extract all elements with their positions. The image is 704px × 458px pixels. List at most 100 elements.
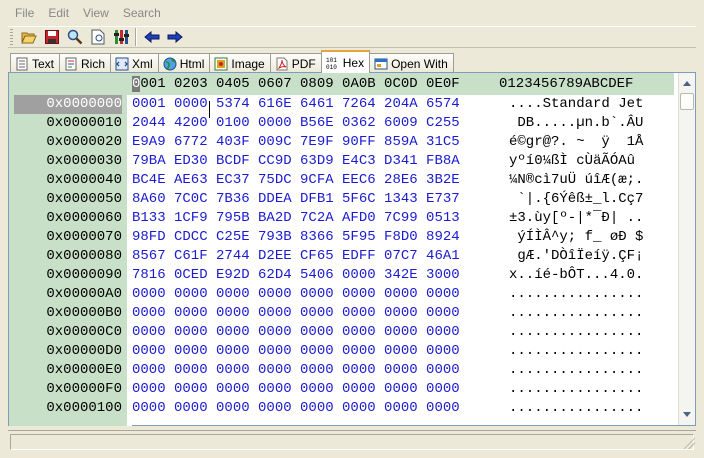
row-hex-bytes[interactable]: 0000 0000 0000 0000 0000 0000 0000 0000 — [132, 304, 460, 323]
hex-row[interactable]: 0x00000E0 0000 0000 0000 0000 0000 0000 0… — [9, 361, 674, 380]
menu-view[interactable]: View — [76, 0, 116, 26]
row-hex-bytes[interactable]: 0000 0000 0000 0000 0000 0000 0000 0000 — [132, 285, 460, 304]
scroll-down-button[interactable] — [679, 406, 695, 423]
row-ascii[interactable]: ................ — [509, 285, 643, 304]
row-ascii[interactable]: ýÍÌÂ^y; f_ øÐ $ — [509, 228, 643, 247]
find-button[interactable] — [63, 27, 86, 47]
row-address: 0x00000C0 — [46, 324, 122, 340]
row-ascii[interactable]: gÆ.'DÒîÏeíÿ.ÇF¡ — [509, 247, 643, 266]
row-hex-bytes[interactable]: 0000 0000 0000 0000 0000 0000 0000 0000 — [132, 399, 460, 418]
hex-row[interactable]: 0x00000B0 0000 0000 0000 0000 0000 0000 0… — [9, 304, 674, 323]
row-hex-bytes[interactable]: 0000 0000 0000 0000 0000 0000 0000 0000 — [132, 361, 460, 380]
image-icon — [214, 57, 228, 70]
row-address: 0x0000010 — [46, 115, 122, 131]
open-folder-button[interactable] — [17, 27, 40, 47]
hex-row[interactable]: 0x0000100 0000 0000 0000 0000 0000 0000 0… — [9, 399, 674, 418]
row-address: 0x0000000 — [14, 95, 122, 114]
tab-hex[interactable]: 101 010 Hex — [320, 50, 371, 73]
row-hex-bytes[interactable]: 0000 0000 0000 0000 0000 0000 0000 0000 — [132, 342, 460, 361]
hex-row[interactable]: 0x0000010 2044 4200 0100 0000 B56E 0362 6… — [9, 114, 674, 133]
row-hex-bytes[interactable]: 2044 4200 0100 0000 B56E 0362 6009 C255 — [132, 114, 460, 133]
print-preview-button[interactable] — [86, 27, 109, 47]
hex-row[interactable]: 0x0000090 7816 0CED E92D 62D4 5406 0000 3… — [9, 266, 674, 285]
hex-row[interactable]: 0x0000080 8567 C61F 2744 D2EE CF65 EDFF 0… — [9, 247, 674, 266]
row-ascii[interactable]: yºí0¼ßÌ cÙäÃÓAû — [509, 152, 643, 171]
hex-row[interactable]: 0x0000020 E9A9 6772 403F 009C 7E9F 90FF 8… — [9, 133, 674, 152]
row-hex-bytes[interactable]: 7816 0CED E92D 62D4 5406 0000 342E 3000 — [132, 266, 460, 285]
text-cursor — [209, 101, 210, 118]
save-button[interactable] — [40, 27, 63, 47]
page-preview-icon — [91, 29, 104, 45]
hex-row[interactable]: 0x0000000 0001 0000 5374 616E 6461 7264 2… — [9, 95, 674, 114]
back-button[interactable] — [140, 27, 163, 47]
row-address: 0x0000100 — [46, 400, 122, 416]
row-hex-bytes[interactable]: 0000 0000 0000 0000 0000 0000 0000 0000 — [132, 380, 460, 399]
row-address: 0x00000D0 — [46, 343, 122, 359]
tab-image[interactable]: Image — [209, 53, 271, 73]
row-hex-bytes[interactable]: B133 1CF9 795B BA2D 7C2A AFD0 7C99 0513 — [132, 209, 460, 228]
row-address: 0x00000E0 — [46, 362, 122, 378]
hex-row[interactable]: 0x0000070 98FD CDCC C25E 793B 8366 5F95 F… — [9, 228, 674, 247]
tab-label: Open With — [391, 56, 448, 71]
row-hex-bytes[interactable]: 98FD CDCC C25E 793B 8366 5F95 F8D0 8924 — [132, 228, 460, 247]
row-hex-bytes[interactable]: 8567 C61F 2744 D2EE CF65 EDFF 07C7 46A1 — [132, 247, 460, 266]
menu-file[interactable]: File — [8, 0, 41, 26]
svg-text:101: 101 — [326, 57, 337, 64]
tab-label: Text — [32, 56, 55, 71]
scroll-thumb[interactable] — [680, 93, 694, 110]
row-hex-bytes[interactable]: BC4E AE63 EC37 75DC 9CFA EEC6 28E6 3B2E — [132, 171, 460, 190]
xml-icon — [115, 57, 129, 70]
options-button[interactable] — [109, 27, 132, 47]
hex-editor[interactable]: 0001 0203 0405 0607 0809 0A0B 0C0D 0E0F … — [8, 72, 696, 426]
hex-row[interactable]: 0x00000D0 0000 0000 0000 0000 0000 0000 0… — [9, 342, 674, 361]
row-ascii[interactable]: ................ — [509, 304, 643, 323]
row-hex-bytes[interactable]: E9A9 6772 403F 009C 7E9F 90FF 859A 31C5 — [132, 133, 460, 152]
row-ascii[interactable]: x..íé-bÔT...4.0. — [509, 266, 643, 285]
forward-button[interactable] — [163, 27, 186, 47]
hex-row[interactable]: 0x00000F0 0000 0000 0000 0000 0000 0000 0… — [9, 380, 674, 399]
scroll-up-button[interactable] — [679, 75, 695, 92]
pdf-icon — [276, 57, 288, 70]
row-ascii[interactable]: ¼N®cì7uÜ úîÆ(æ;. — [509, 171, 643, 190]
row-ascii[interactable]: ................ — [509, 361, 643, 380]
hex-row[interactable]: 0x00000A0 0000 0000 0000 0000 0000 0000 0… — [9, 285, 674, 304]
save-disk-icon — [44, 30, 59, 44]
view-tabs: Text Rich Xml Html Image PDF 101 010 Hex … — [8, 49, 696, 73]
row-ascii[interactable]: ................ — [509, 399, 643, 418]
hex-row[interactable]: 0x0000060 B133 1CF9 795B BA2D 7C2A AFD0 7… — [9, 209, 674, 228]
text-doc-icon — [16, 57, 28, 70]
toolbar-grip[interactable] — [10, 29, 13, 45]
row-hex-bytes[interactable]: 8A60 7C0C 7B36 DDEA DFB1 5F6C 1343 E737 — [132, 190, 460, 209]
hex-row[interactable]: 0x0000050 8A60 7C0C 7B36 DDEA DFB1 5F6C 1… — [9, 190, 674, 209]
row-ascii[interactable]: ................ — [509, 342, 643, 361]
status-bar — [8, 430, 696, 450]
hex-row[interactable]: 0x00000C0 0000 0000 0000 0000 0000 0000 0… — [9, 323, 674, 342]
row-hex-bytes[interactable]: 0000 0000 0000 0000 0000 0000 0000 0000 — [132, 323, 460, 342]
row-ascii[interactable]: ±3.ùy[º-|*¯Ð| .. — [509, 209, 643, 228]
row-ascii[interactable]: `|.{6Ýêß±_l.Cç7 — [509, 190, 643, 209]
tab-rich[interactable]: Rich — [59, 53, 112, 73]
tab-label: Xml — [132, 56, 153, 71]
tab-text[interactable]: Text — [10, 53, 61, 73]
row-hex-bytes[interactable]: 79BA ED30 BCDF CC9D 63D9 E4C3 D341 FB8A — [132, 152, 460, 171]
tab-html[interactable]: Html — [157, 53, 211, 73]
tab-open-with[interactable]: Open With — [369, 53, 454, 73]
row-address: 0x00000F0 — [46, 381, 122, 397]
menu-search[interactable]: Search — [116, 0, 168, 26]
ascii-column-header: 0123456789ABCDEF — [499, 76, 634, 92]
resize-grip[interactable] — [683, 437, 695, 449]
row-ascii[interactable]: é©gr@?. ~ ÿ 1Å — [509, 133, 643, 152]
tab-xml[interactable]: Xml — [110, 53, 159, 73]
vertical-scrollbar[interactable] — [678, 73, 695, 425]
row-address: 0x0000050 — [46, 191, 122, 207]
row-ascii[interactable]: ....Standard Jet — [509, 95, 643, 114]
row-hex-bytes[interactable]: 0001 0000 5374 616E 6461 7264 204A 6574 — [132, 95, 460, 114]
row-ascii[interactable]: ................ — [509, 323, 643, 342]
tab-pdf[interactable]: PDF — [269, 53, 322, 73]
hex-row[interactable]: 0x0000030 79BA ED30 BCDF CC9D 63D9 E4C3 D… — [9, 152, 674, 171]
status-pane — [10, 434, 694, 450]
menu-edit[interactable]: Edit — [41, 0, 76, 26]
row-ascii[interactable]: ................ — [509, 380, 643, 399]
hex-row[interactable]: 0x0000040 BC4E AE63 EC37 75DC 9CFA EEC6 2… — [9, 171, 674, 190]
row-ascii[interactable]: DB.....µn.b`.ÂU — [509, 114, 643, 133]
